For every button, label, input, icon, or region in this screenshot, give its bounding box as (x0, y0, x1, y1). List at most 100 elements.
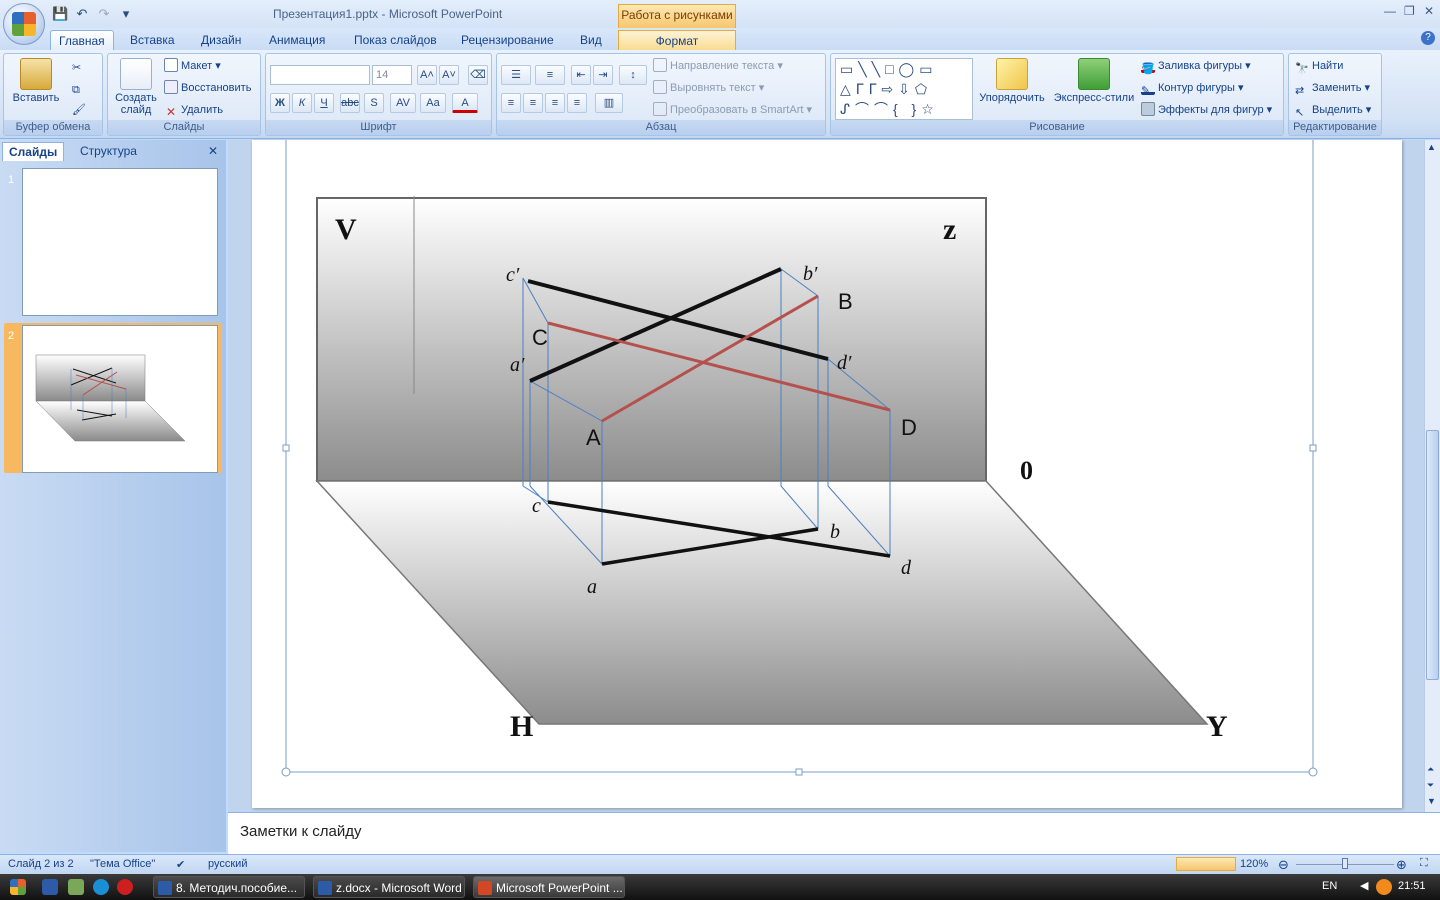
close-icon[interactable]: ✕ (1424, 4, 1434, 18)
shape-outline-button[interactable]: ✎ Контур фигуры ▾ (1141, 78, 1244, 98)
tray-app-icon[interactable] (1376, 879, 1392, 895)
strike-button[interactable]: abc (340, 93, 360, 113)
tab-format[interactable]: Формат (618, 30, 736, 50)
slide-thumbnail-2[interactable] (22, 325, 218, 473)
spellcheck-icon[interactable]: ✔ (176, 858, 185, 871)
skype-icon[interactable] (93, 879, 109, 895)
zoom-out-icon[interactable]: ⊖ (1278, 857, 1289, 873)
italic-button[interactable]: К (292, 93, 312, 113)
close-panel-icon[interactable]: ✕ (208, 144, 218, 158)
quick-styles-button[interactable]: Экспресс-стили (1051, 56, 1137, 104)
scrollbar-thumb[interactable] (1426, 430, 1439, 680)
language-status[interactable]: русский (208, 858, 247, 870)
tab-animation[interactable]: Анимация (261, 30, 333, 50)
reset-button[interactable]: Восстановить (164, 78, 251, 98)
taskbar: 8. Методич.пособие... z.docx - Microsoft… (0, 874, 1440, 900)
shape-effects-button[interactable]: Эффекты для фигур ▾ (1141, 100, 1272, 120)
zoom-slider-thumb[interactable] (1342, 858, 1348, 869)
keyboard-language[interactable]: EN (1322, 880, 1337, 892)
decrease-indent-icon[interactable]: ⇤ (571, 65, 591, 85)
justify-icon[interactable]: ≡ (567, 93, 587, 113)
line-spacing-icon[interactable]: ↕ (619, 65, 647, 85)
zoom-level[interactable]: 120% (1240, 858, 1268, 870)
opera-icon[interactable] (117, 879, 133, 895)
paste-button[interactable]: Вставить (10, 56, 62, 104)
char-spacing-button[interactable]: AV (390, 93, 416, 113)
scroll-down-icon[interactable]: ▼ (1427, 796, 1436, 806)
tab-outline[interactable]: Структура (74, 142, 143, 161)
minimize-icon[interactable]: — (1384, 4, 1396, 18)
underline-button[interactable]: Ч (314, 93, 334, 113)
slide-canvas[interactable]: V z 0 H Y A B C D a′ b′ c′ d′ a b c d (252, 140, 1402, 808)
font-size-combo[interactable]: 14 (372, 65, 412, 85)
view-buttons[interactable] (1176, 857, 1236, 871)
select-button[interactable]: ↖ Выделить ▾ (1295, 100, 1371, 120)
help-icon[interactable]: ? (1421, 31, 1435, 45)
tab-slideshow[interactable]: Показ слайдов (346, 30, 445, 50)
group-label-font: Шрифт (266, 120, 491, 135)
slide-number-1: 1 (8, 174, 15, 186)
grow-font-icon[interactable]: A˄ (417, 65, 437, 85)
tab-view[interactable]: Вид (572, 30, 610, 50)
office-button[interactable] (3, 3, 45, 45)
text-direction-button[interactable]: Направление текста ▾ (653, 56, 783, 76)
align-left-icon[interactable]: ≡ (501, 93, 521, 113)
tab-home[interactable]: Главная (50, 30, 114, 50)
save-icon[interactable]: 💾 (52, 6, 68, 22)
new-slide-button[interactable]: Создать слайд (112, 56, 160, 116)
delete-slide-button[interactable]: ✕ Удалить (164, 100, 223, 120)
word-launch-icon[interactable] (42, 879, 58, 895)
align-text-button[interactable]: Выровнять текст ▾ (653, 78, 764, 98)
zoom-in-icon[interactable]: ⊕ (1396, 857, 1407, 873)
shape-fill-button[interactable]: 🪣 Заливка фигуры ▾ (1141, 56, 1251, 76)
title-bar: 💾 ↶ ↷ ▾ Презентация1.pptx - Microsoft Po… (0, 0, 1440, 28)
fit-window-icon[interactable]: ⛶ (1420, 857, 1428, 870)
change-case-button[interactable]: Aa (420, 93, 446, 113)
find-button[interactable]: 🔭 Найти (1295, 56, 1343, 76)
start-button-icon[interactable] (10, 879, 26, 895)
align-right-icon[interactable]: ≡ (545, 93, 565, 113)
redo-icon[interactable]: ↷ (96, 6, 112, 22)
copy-icon[interactable]: ⧉ (72, 80, 80, 100)
taskbar-item-word-z[interactable]: z.docx - Microsoft Word (313, 876, 465, 898)
clear-format-icon[interactable]: ⌫ (468, 65, 488, 85)
increase-indent-icon[interactable]: ⇥ (593, 65, 613, 85)
scroll-down-page-icon[interactable]: ⏷ (1427, 780, 1434, 791)
taskbar-item-powerpoint[interactable]: Microsoft PowerPoint ... (473, 876, 625, 898)
theme-status[interactable]: "Тема Office" (90, 858, 155, 870)
tab-slides[interactable]: Слайды (2, 142, 65, 161)
scroll-up-icon[interactable]: ▲ (1427, 142, 1436, 152)
tab-insert[interactable]: Вставка (122, 30, 183, 50)
notes-pane[interactable]: Заметки к слайду (228, 812, 1440, 854)
cut-icon[interactable]: ✂ (72, 58, 81, 78)
font-name-combo[interactable] (270, 65, 370, 85)
launch-icon[interactable] (68, 879, 84, 895)
numbering-icon[interactable]: ≡ (535, 65, 565, 85)
undo-icon[interactable]: ↶ (74, 6, 90, 22)
layout-button[interactable]: Макет ▾ (164, 56, 221, 76)
bold-button[interactable]: Ж (270, 93, 290, 113)
columns-icon[interactable]: ▥ (595, 93, 623, 113)
font-color-button[interactable]: A (452, 93, 478, 113)
vertical-scrollbar[interactable]: ▲ ⏶ ⏷ ▼ (1424, 140, 1440, 812)
status-bar: Слайд 2 из 2 "Тема Office" ✔ русский 120… (0, 854, 1440, 874)
taskbar-item-word-methodical[interactable]: 8. Методич.пособие... (153, 876, 305, 898)
format-painter-icon[interactable]: 🖌 (72, 100, 86, 120)
tray-expand-icon[interactable]: ◀ (1360, 879, 1368, 892)
arrange-button[interactable]: Упорядочить (977, 56, 1047, 104)
shapes-gallery[interactable]: ▭╲╲□◯▭ △ᒥᒥ⇨⇩⬠ ᔑ⌒⌒{ }☆ (835, 58, 973, 120)
scroll-up-page-icon[interactable]: ⏶ (1427, 764, 1434, 775)
shadow-button[interactable]: S (364, 93, 384, 113)
align-center-icon[interactable]: ≡ (523, 93, 543, 113)
bullets-icon[interactable]: ☰ (501, 65, 531, 85)
customize-qat-icon[interactable]: ▾ (118, 6, 134, 22)
shrink-font-icon[interactable]: A˅ (439, 65, 459, 85)
tab-review[interactable]: Рецензирование (453, 30, 562, 50)
align-text-icon (653, 80, 667, 94)
smartart-button[interactable]: Преобразовать в SmartArt ▾ (653, 100, 812, 120)
slide-thumbnail-1[interactable] (22, 168, 218, 316)
replace-button[interactable]: ⇄ Заменить ▾ (1295, 78, 1370, 98)
group-drawing: ▭╲╲□◯▭ △ᒥᒥ⇨⇩⬠ ᔑ⌒⌒{ }☆ Упорядочить Экспресс… (830, 53, 1284, 136)
restore-icon[interactable]: ❐ (1404, 4, 1415, 18)
tab-design[interactable]: Дизайн (193, 30, 249, 50)
